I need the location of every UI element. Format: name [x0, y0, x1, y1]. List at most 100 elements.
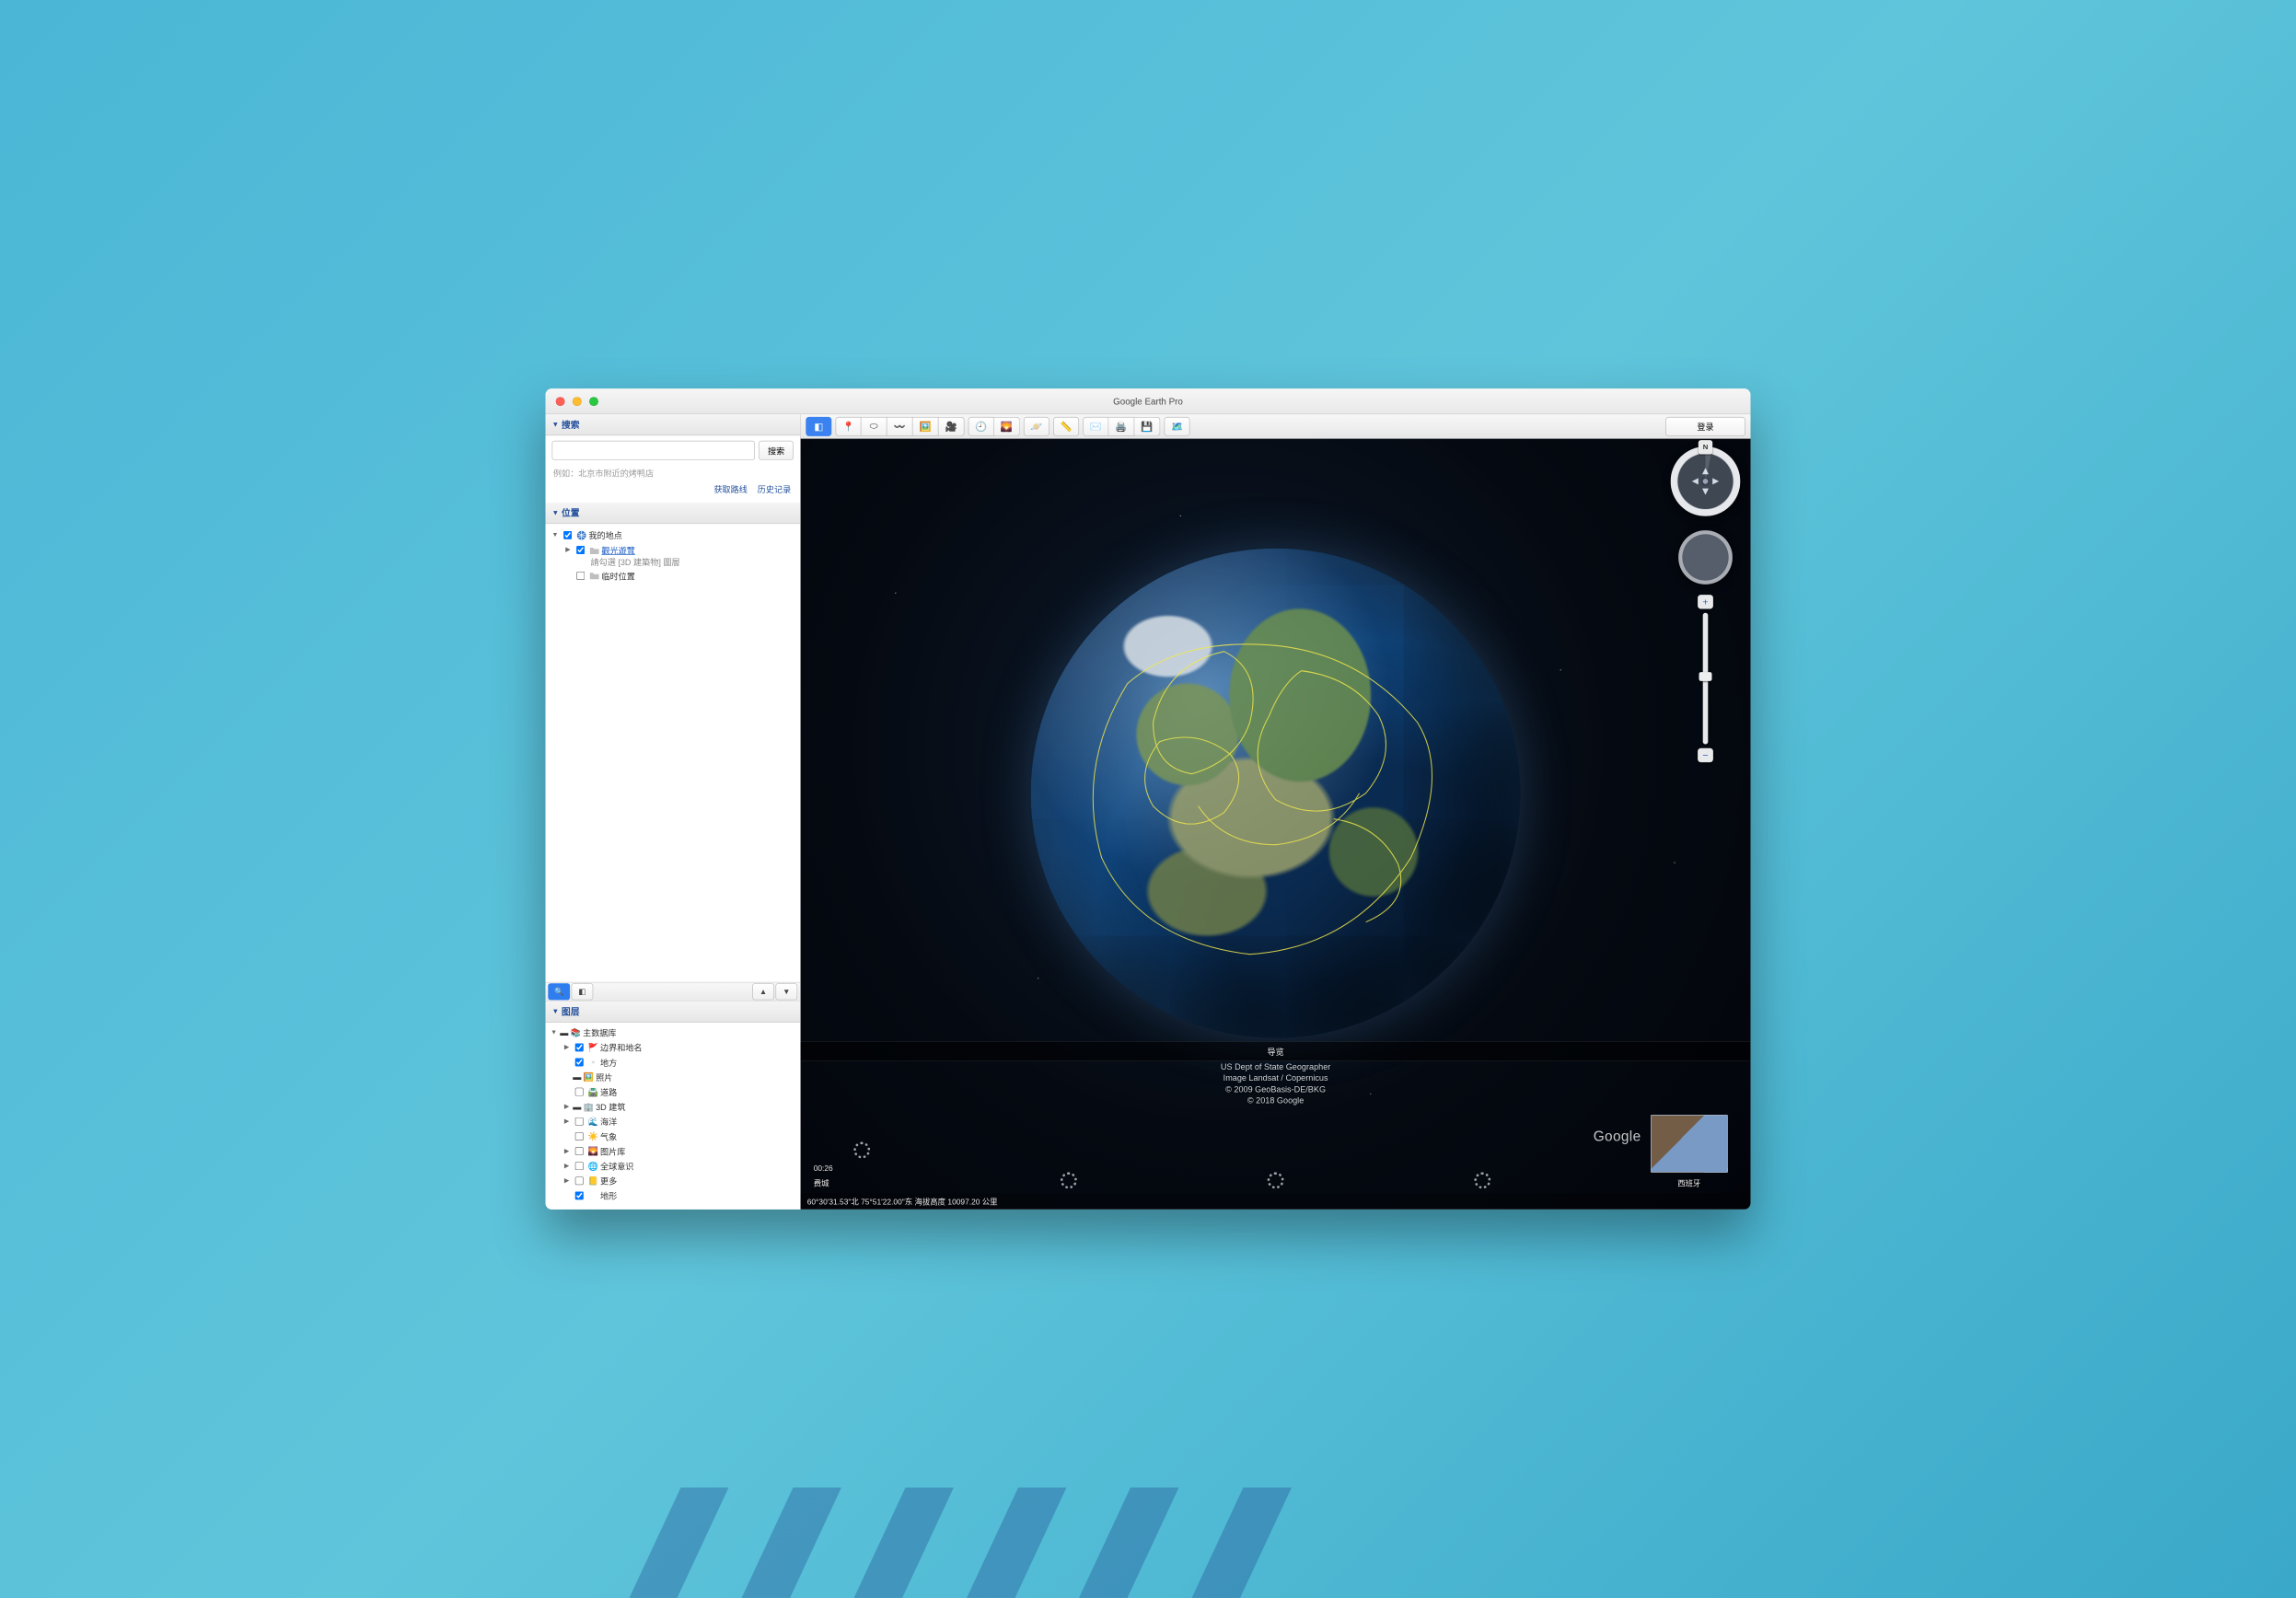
chevron-right-icon[interactable]: ▶	[562, 1044, 572, 1051]
places-temp-row[interactable]: 临时位置	[563, 568, 794, 583]
chevron-right-icon[interactable]: ▶	[562, 1118, 572, 1126]
get-directions-link[interactable]: 获取路线	[713, 484, 747, 494]
pan-dial[interactable]	[1678, 530, 1733, 585]
layer-row[interactable]: ▶ 🌊 海洋	[562, 1114, 796, 1129]
chevron-right-icon[interactable]: ▶	[562, 1103, 572, 1110]
folder-icon	[588, 571, 600, 581]
layer-checkbox[interactable]	[575, 1058, 584, 1066]
layer-row[interactable]: ▬ 🖼️ 照片	[562, 1070, 796, 1084]
maximize-window-button[interactable]	[589, 397, 598, 406]
database-icon: 📚	[570, 1027, 582, 1037]
layer-checkbox[interactable]	[575, 1176, 584, 1185]
chevron-down-icon[interactable]: ▼	[551, 532, 560, 539]
sunlight-button[interactable]: 🌄	[994, 417, 1020, 436]
close-window-button[interactable]	[556, 397, 565, 406]
places-my-places-row[interactable]: ▼ 我的地点	[551, 527, 794, 542]
layer-row[interactable]: ▶ 🌐 全球意识	[562, 1159, 796, 1174]
add-placemark-button[interactable]: 📍	[836, 417, 862, 436]
places-move-down-button[interactable]: ▼	[775, 983, 797, 1000]
layers-panel-header[interactable]: ▼ 图层	[546, 1002, 801, 1023]
zoom-in-button[interactable]: +	[1698, 595, 1713, 608]
places-panel-title: 位置	[562, 506, 580, 519]
add-polygon-button[interactable]: ⬭	[862, 417, 887, 436]
my-places-checkbox[interactable]	[563, 531, 572, 539]
layer-row[interactable]: ☀️ 气象	[562, 1129, 796, 1143]
sightseeing-link[interactable]: 觀光遊覽	[601, 544, 634, 556]
weather-icon: ☀️	[587, 1131, 599, 1141]
road-icon: 🛣️	[587, 1087, 599, 1097]
tour-clip[interactable]: 00:26 费城	[814, 1141, 911, 1188]
chevron-right-icon[interactable]: ▶	[562, 1177, 572, 1185]
layer-checkbox[interactable]	[575, 1117, 584, 1126]
tour-header[interactable]: 导览	[801, 1041, 1751, 1061]
chevron-down-icon[interactable]: ▼	[550, 1029, 559, 1036]
chevron-right-icon[interactable]: ▶	[563, 547, 573, 554]
globe-viewport[interactable]: N + − 导览	[801, 439, 1751, 1210]
imagery-attribution: US Dept of State Geographer Image Landsa…	[801, 1061, 1751, 1106]
earth-icon	[575, 530, 587, 540]
layer-checkbox[interactable]	[575, 1132, 584, 1141]
chevron-right-icon[interactable]: ▶	[562, 1148, 572, 1155]
search-history-link[interactable]: 历史记录	[758, 484, 791, 494]
layers-root-row[interactable]: ▼ ▬ 📚 主数据库	[550, 1025, 796, 1040]
search-hint: 例如：北京市附近的烤鸭店	[553, 467, 793, 479]
layer-row[interactable]: 🛣️ 道路	[562, 1084, 796, 1099]
layer-row[interactable]: ▶ 📒 更多	[562, 1174, 796, 1188]
sign-in-button[interactable]: 登录	[1665, 417, 1745, 436]
tour-clip[interactable]: 西班牙	[1641, 1115, 1738, 1189]
email-button[interactable]: ✉️	[1083, 417, 1108, 436]
view-in-maps-button[interactable]: 🗺️	[1165, 417, 1190, 436]
search-panel-header[interactable]: ▼ 搜索	[546, 414, 801, 435]
sightseeing-checkbox[interactable]	[576, 546, 585, 554]
toggle-sidebar-button[interactable]: ◧	[806, 417, 831, 436]
tour-clip[interactable]	[1020, 1172, 1118, 1188]
clip-thumbnail[interactable]	[1651, 1115, 1728, 1173]
print-button[interactable]: 🖨️	[1108, 417, 1134, 436]
layer-row[interactable]: 地形	[562, 1188, 796, 1203]
look-dial[interactable]: N	[1671, 446, 1741, 516]
tour-clip[interactable]	[1227, 1172, 1325, 1188]
loading-spinner-icon	[853, 1141, 870, 1158]
search-input[interactable]	[552, 441, 756, 460]
add-path-button[interactable]: 〰️	[887, 417, 913, 436]
square-icon: ▫️	[587, 1057, 599, 1067]
places-sightseeing-row[interactable]: ▶ 觀光遊覽	[563, 542, 794, 557]
places-panel-header[interactable]: ▼ 位置	[546, 503, 801, 524]
chevron-right-icon[interactable]: ▶	[562, 1163, 572, 1170]
layer-checkbox[interactable]	[575, 1162, 584, 1170]
layer-checkbox[interactable]	[575, 1088, 584, 1096]
record-tour-button[interactable]: 🎥	[939, 417, 965, 436]
add-image-overlay-button[interactable]: 🖼️	[913, 417, 939, 436]
chevron-down-icon: ▼	[552, 1008, 560, 1015]
flag-icon: 🚩	[587, 1042, 599, 1052]
places-search-button[interactable]: 🔍	[548, 983, 570, 1000]
layer-row[interactable]: ▶ 🚩 边界和地名	[562, 1040, 796, 1055]
status-bar: 60°30'31.53"北 75°51'22.00"东 海拔高度 10097.2…	[801, 1193, 1751, 1210]
tour-clip[interactable]	[1433, 1172, 1531, 1188]
zoom-slider[interactable]: + −	[1698, 595, 1713, 762]
search-button[interactable]: 搜索	[759, 441, 794, 460]
places-toolbar: 🔍 ◧ ▲ ▼	[546, 982, 801, 1002]
ruler-button[interactable]: 📏	[1053, 417, 1079, 436]
layer-checkbox[interactable]	[575, 1043, 584, 1051]
compass-north-badge[interactable]: N	[1699, 440, 1712, 454]
layer-row[interactable]: ▫️ 地方	[562, 1055, 796, 1070]
layer-row[interactable]: ▶ ▬ 🏢 3D 建筑	[562, 1099, 796, 1114]
layer-row[interactable]: ▶ 🌄 图片库	[562, 1144, 796, 1159]
places-move-up-button[interactable]: ▲	[752, 983, 774, 1000]
zoom-track[interactable]	[1703, 613, 1709, 745]
layer-label: 气象	[600, 1130, 617, 1142]
search-panel: 搜索 例如：北京市附近的烤鸭店 获取路线 历史记录	[546, 435, 801, 503]
zoom-thumb[interactable]	[1699, 672, 1712, 681]
layer-checkbox[interactable]	[575, 1191, 584, 1199]
historical-imagery-button[interactable]: 🕘	[968, 417, 994, 436]
zoom-out-button[interactable]: −	[1698, 748, 1713, 762]
layers-root-label: 主数据库	[583, 1026, 616, 1038]
layer-checkbox[interactable]	[575, 1147, 584, 1155]
planets-button[interactable]: 🪐	[1024, 417, 1049, 436]
minimize-window-button[interactable]	[573, 397, 582, 406]
save-image-button[interactable]: 💾	[1134, 417, 1160, 436]
places-panel-toggle[interactable]: ◧	[572, 983, 594, 1000]
temp-places-checkbox[interactable]	[576, 572, 585, 580]
building-icon: 🏢	[583, 1102, 595, 1112]
